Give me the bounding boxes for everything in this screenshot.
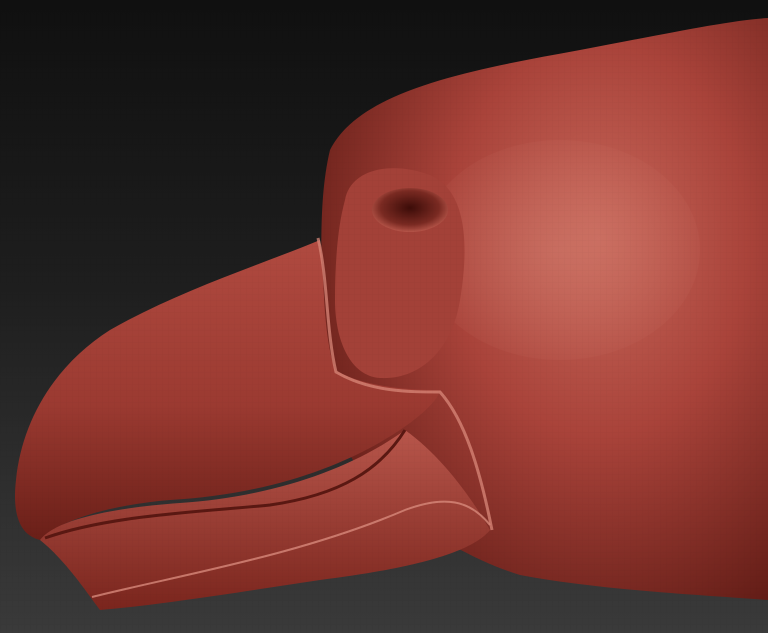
sculpt-render (0, 0, 768, 633)
viewport (0, 0, 768, 633)
mesh-overlay (0, 0, 768, 633)
